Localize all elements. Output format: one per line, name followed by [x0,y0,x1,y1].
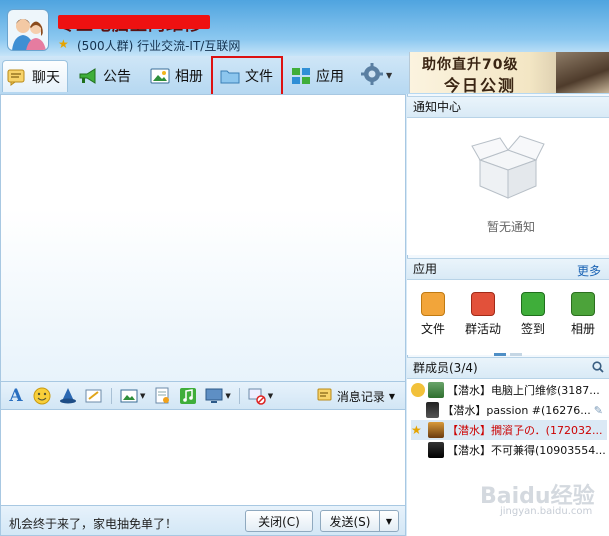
page-indicator [494,345,524,356]
picture-icon [150,67,170,85]
image-icon[interactable] [120,387,138,405]
app-activity-label: 群活动 [464,322,501,336]
member-row[interactable]: 【潜水】不可兼得(10903554... [411,440,607,460]
gear-icon [360,62,384,88]
settings-menu[interactable]: ▼ [360,62,398,88]
doodle-icon[interactable] [85,387,103,405]
tab-chat[interactable]: 聊天 [2,60,68,92]
tab-app-label: 应用 [316,69,344,85]
tab-album-label: 相册 [175,69,203,85]
star-icon: ★ [58,37,69,51]
app-activity[interactable]: 群活动 [463,292,503,337]
ad-banner[interactable]: 助你直升70级 今日公测 [409,52,609,93]
banner-line2: 今日公测 [444,76,517,93]
message-input[interactable] [0,410,406,506]
divider [111,387,112,404]
watermark-url: jingyan.baidu.com [500,506,593,517]
send-options-button[interactable]: ▼ [379,510,399,532]
app-file[interactable]: 文件 [413,292,453,337]
input-toolbar: A ▼ ▼ ▼ 消息记录 ▼ [0,382,406,410]
app-album[interactable]: 相册 [563,292,603,337]
chevron-down-icon[interactable]: ▼ [268,392,273,400]
blank-icon [411,443,425,457]
tab-album[interactable]: 相册 [146,60,203,92]
redaction-bar [58,15,210,29]
member-row[interactable]: 【潜水】电脑上门维修(3187... [411,380,607,400]
chevron-down-icon[interactable]: ▼ [140,392,145,400]
checkin-icon [521,292,545,316]
edit-icon[interactable]: ✎ [594,404,603,417]
banner-image [556,52,609,93]
history-icon [317,387,333,406]
message-history-button[interactable]: 消息记录 ▼ [317,387,395,406]
member-name: 【潜水】不可兼得(10903554... [447,444,606,457]
app-file-label: 文件 [420,322,445,336]
chevron-down-icon: ▼ [388,392,395,401]
more-apps-link[interactable]: 更多 [577,262,601,279]
member-name: 【潜水】电脑上门维修(3187... [447,384,600,397]
no-notification-text: 暂无通知 [487,220,536,234]
blank-icon [411,403,423,417]
member-row[interactable]: ★ 【潜水】撊澬孒の．(172032... [411,420,607,440]
folder-icon [421,292,445,316]
tab-notice[interactable]: 公告 [74,60,131,92]
tab-chat-label: 聊天 [32,69,60,86]
send-button[interactable]: 发送(S) [320,510,380,532]
close-button[interactable]: 关闭(C) [245,510,313,532]
group-info: (500人群) 行业交流-IT/互联网 [77,39,241,53]
empty-box-icon [470,134,546,206]
font-icon[interactable]: A [7,386,25,406]
owner-icon [411,383,425,397]
emoji-icon[interactable] [33,387,51,405]
document-icon[interactable] [153,387,171,405]
avatar [428,382,444,398]
chevron-down-icon: ▼ [385,516,393,526]
member-name: 【潜水】撊澬孒の．(172032... [447,424,603,437]
chevron-down-icon: ▼ [386,70,393,80]
divider [238,387,240,404]
tab-notice-label: 公告 [103,69,131,85]
star-icon: ★ [411,423,422,437]
members-header: 群成员(3/4) [407,357,609,379]
music-icon[interactable] [179,387,197,405]
member-row[interactable]: 【潜水】passion #(16276... ✎ [411,400,607,420]
member-name: 【潜水】passion #(16276... [442,404,591,417]
avatar [428,442,444,458]
banner-line1: 助你直升70级 [422,57,519,73]
screenshot-icon[interactable] [205,387,223,405]
group-avatar[interactable] [7,9,49,51]
chevron-down-icon[interactable]: ▼ [225,392,230,400]
promo-link[interactable]: 机会终于来了，家电抽免单了！ [9,515,177,532]
avatar [428,422,444,438]
history-label: 消息记录 [336,390,385,404]
picture-icon [571,292,595,316]
notification-center-header: 通知中心 [407,96,609,118]
app-checkin-label: 签到 [520,322,545,336]
activity-icon [471,292,495,316]
avatar [425,402,440,418]
search-icon[interactable] [592,361,604,373]
block-messages-icon[interactable] [248,387,266,405]
message-area[interactable] [0,94,406,382]
app-checkin[interactable]: 签到 [513,292,553,337]
megaphone-icon [78,67,98,85]
chat-icon [7,68,27,86]
magic-hat-icon[interactable] [59,387,77,405]
tab-app[interactable]: 应用 [287,60,344,92]
apps-grid-icon [291,67,311,85]
app-album-label: 相册 [570,322,595,336]
